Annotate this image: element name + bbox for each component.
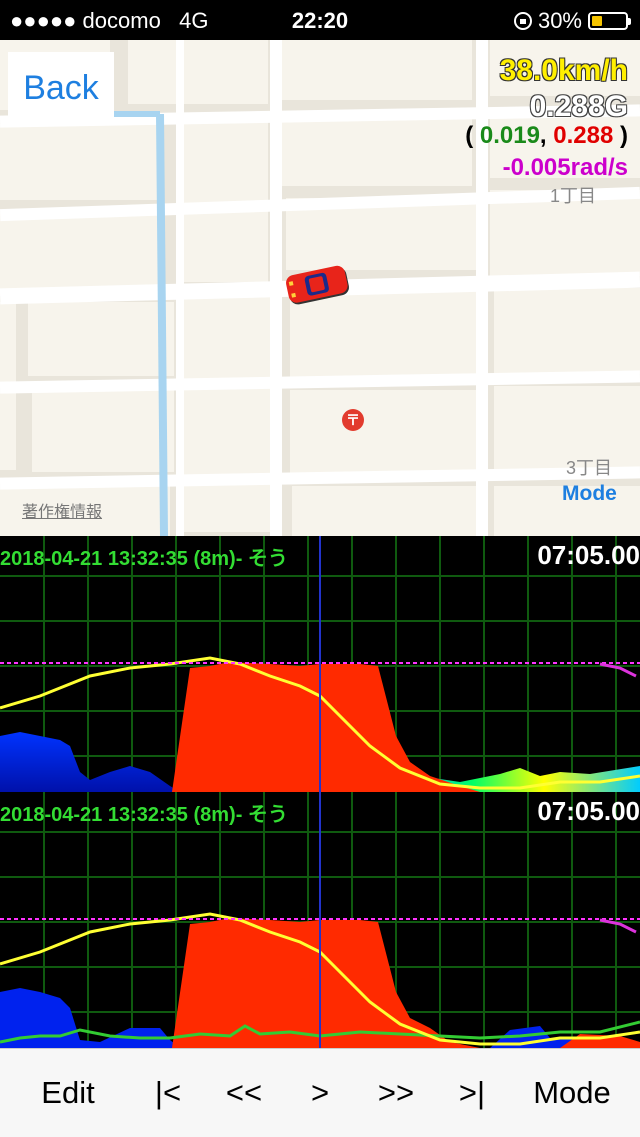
g-close-paren: ) [620, 122, 628, 149]
g-y-value: 0.288 [553, 122, 614, 149]
map-mode-button[interactable]: Mode [562, 482, 617, 506]
speed-readout: 38.0km/h [499, 54, 628, 87]
mode-button[interactable]: Mode [520, 1049, 624, 1137]
battery-icon [588, 12, 631, 30]
area-label-1chome: 1丁目 [550, 186, 597, 206]
telemetry-graph-upper[interactable]: 2018-04-21 13:32:35 (8m)- そう 07:05.00 [0, 536, 640, 792]
telemetry-graph-lower[interactable]: 2018-04-21 13:32:35 (8m)- そう 07:05.00 [0, 792, 640, 1048]
g-x-value: 0.019 [479, 122, 540, 149]
rewind-button[interactable]: << [212, 1049, 276, 1137]
back-button[interactable]: Back [8, 52, 114, 124]
copyright-link[interactable]: 著作権情報 [22, 498, 102, 522]
edit-button[interactable]: Edit [22, 1049, 114, 1137]
g-separator: , [539, 122, 547, 149]
skip-to-start-button[interactable]: |< [138, 1049, 198, 1137]
status-right: 30% [513, 8, 631, 34]
graph-plot-upper [0, 536, 640, 792]
g-components: ( 0.019, 0.288 ) [465, 122, 628, 150]
map-view[interactable]: Back 38.0km/h 0.288G ( 0.019, 0.288 ) -0… [0, 40, 640, 536]
battery-percent: 30% [537, 8, 582, 33]
post-office-icon[interactable]: 〒 [342, 409, 364, 431]
g-open-paren: ( [465, 122, 474, 149]
graph-plot-lower [0, 792, 640, 1048]
fast-forward-button[interactable]: >> [364, 1049, 428, 1137]
graph-title-upper: 2018-04-21 13:32:35 (8m)- そう [0, 548, 288, 570]
yaw-rate-readout: -0.005rad/s [502, 154, 628, 181]
rotation-lock-icon [513, 12, 532, 30]
playback-toolbar: Edit |< << > >> >| Mode [0, 1048, 640, 1137]
status-bar: ●●●●● docomo 4G 22:20 30% [0, 0, 640, 40]
area-label-3chome: 3丁目 [566, 458, 613, 478]
graph-time-upper: 07:05.00 [537, 540, 640, 570]
play-button[interactable]: > [296, 1049, 344, 1137]
skip-to-end-button[interactable]: >| [442, 1049, 502, 1137]
graph-title-lower: 2018-04-21 13:32:35 (8m)- そう [0, 804, 288, 826]
g-force-readout: 0.288G [529, 90, 628, 123]
graph-time-lower: 07:05.00 [537, 796, 640, 826]
